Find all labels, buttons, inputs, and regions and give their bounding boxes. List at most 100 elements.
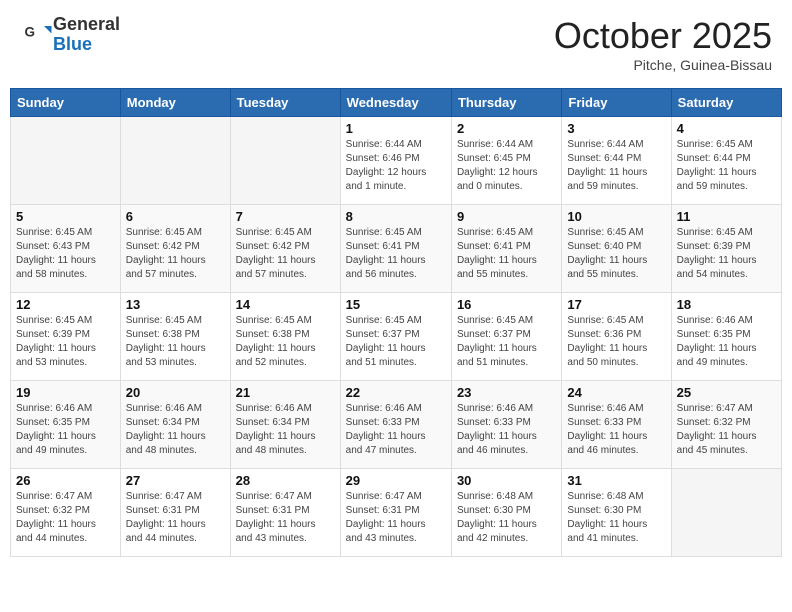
calendar-cell: 26 Sunrise: 6:47 AM Sunset: 6:32 PM Dayli… [11, 469, 121, 557]
day-info: Sunrise: 6:46 AM Sunset: 6:34 PM Dayligh… [236, 402, 335, 458]
calendar-cell: 12 Sunrise: 6:45 AM Sunset: 6:39 PM Dayli… [11, 293, 121, 381]
day-number: 26 [16, 473, 115, 488]
day-number: 12 [16, 297, 115, 312]
day-info: Sunrise: 6:45 AM Sunset: 6:44 PM Dayligh… [677, 138, 776, 194]
day-number: 22 [346, 385, 446, 400]
calendar-cell: 4 Sunrise: 6:45 AM Sunset: 6:44 PM Daylig… [671, 117, 781, 205]
calendar-cell: 31 Sunrise: 6:48 AM Sunset: 6:30 PM Dayli… [562, 469, 671, 557]
calendar-cell: 1 Sunrise: 6:44 AM Sunset: 6:46 PM Daylig… [340, 117, 451, 205]
day-info: Sunrise: 6:48 AM Sunset: 6:30 PM Dayligh… [567, 490, 665, 546]
calendar-cell: 18Sunrise: 6:46 AM Sunset: 6:35 PM Dayli… [671, 293, 781, 381]
logo-icon: G [23, 20, 53, 50]
day-info: Sunrise: 6:46 AM Sunset: 6:33 PM Dayligh… [346, 402, 446, 458]
calendar-cell: 15 Sunrise: 6:45 AM Sunset: 6:37 PM Dayli… [340, 293, 451, 381]
logo-blue-text: Blue [53, 35, 120, 55]
day-number: 2 [457, 121, 556, 136]
weekday-header-sunday: Sunday [11, 89, 121, 117]
day-number: 31 [567, 473, 665, 488]
day-info: Sunrise: 6:45 AM Sunset: 6:38 PM Dayligh… [236, 314, 335, 370]
weekday-header-row: SundayMondayTuesdayWednesdayThursdayFrid… [11, 89, 782, 117]
calendar-cell: 19 Sunrise: 6:46 AM Sunset: 6:35 PM Dayli… [11, 381, 121, 469]
day-info: Sunrise: 6:46 AM Sunset: 6:35 PM Dayligh… [16, 402, 115, 458]
day-info: Sunrise: 6:47 AM Sunset: 6:31 PM Dayligh… [346, 490, 446, 546]
day-info: Sunrise: 6:47 AM Sunset: 6:31 PM Dayligh… [236, 490, 335, 546]
day-info: Sunrise: 6:46 AM Sunset: 6:33 PM Dayligh… [567, 402, 665, 458]
day-number: 19 [16, 385, 115, 400]
week-row-1: 1 Sunrise: 6:44 AM Sunset: 6:46 PM Daylig… [11, 117, 782, 205]
calendar-cell: 25Sunrise: 6:47 AM Sunset: 6:32 PM Dayli… [671, 381, 781, 469]
calendar-cell: 20 Sunrise: 6:46 AM Sunset: 6:34 PM Dayli… [120, 381, 230, 469]
day-info: Sunrise: 6:45 AM Sunset: 6:39 PM Dayligh… [16, 314, 115, 370]
month-title: October 2025 [554, 15, 772, 57]
calendar-cell [671, 469, 781, 557]
calendar-cell: 5Sunrise: 6:45 AM Sunset: 6:43 PM Daylig… [11, 205, 121, 293]
calendar-table: SundayMondayTuesdayWednesdayThursdayFrid… [10, 88, 782, 557]
calendar-cell: 23 Sunrise: 6:46 AM Sunset: 6:33 PM Dayli… [451, 381, 561, 469]
weekday-header-saturday: Saturday [671, 89, 781, 117]
logo-general-text: General [53, 15, 120, 35]
day-number: 20 [126, 385, 225, 400]
day-number: 4 [677, 121, 776, 136]
day-number: 16 [457, 297, 556, 312]
day-info: Sunrise: 6:46 AM Sunset: 6:33 PM Dayligh… [457, 402, 556, 458]
day-number: 1 [346, 121, 446, 136]
day-number: 25 [677, 385, 776, 400]
calendar-cell: 29 Sunrise: 6:47 AM Sunset: 6:31 PM Dayli… [340, 469, 451, 557]
calendar-cell: 3Sunrise: 6:44 AM Sunset: 6:44 PM Daylig… [562, 117, 671, 205]
day-info: Sunrise: 6:48 AM Sunset: 6:30 PM Dayligh… [457, 490, 556, 546]
week-row-4: 19 Sunrise: 6:46 AM Sunset: 6:35 PM Dayli… [11, 381, 782, 469]
day-info: Sunrise: 6:44 AM Sunset: 6:46 PM Dayligh… [346, 138, 446, 194]
calendar-cell: 7 Sunrise: 6:45 AM Sunset: 6:42 PM Daylig… [230, 205, 340, 293]
day-number: 6 [126, 209, 225, 224]
calendar-cell: 10Sunrise: 6:45 AM Sunset: 6:40 PM Dayli… [562, 205, 671, 293]
calendar-cell [11, 117, 121, 205]
calendar-cell: 30Sunrise: 6:48 AM Sunset: 6:30 PM Dayli… [451, 469, 561, 557]
day-info: Sunrise: 6:45 AM Sunset: 6:37 PM Dayligh… [346, 314, 446, 370]
weekday-header-monday: Monday [120, 89, 230, 117]
calendar-cell: 14 Sunrise: 6:45 AM Sunset: 6:38 PM Dayli… [230, 293, 340, 381]
day-number: 24 [567, 385, 665, 400]
weekday-header-friday: Friday [562, 89, 671, 117]
day-info: Sunrise: 6:46 AM Sunset: 6:35 PM Dayligh… [677, 314, 776, 370]
calendar-cell: 2Sunrise: 6:44 AM Sunset: 6:45 PM Daylig… [451, 117, 561, 205]
svg-text:G: G [25, 24, 36, 39]
day-info: Sunrise: 6:45 AM Sunset: 6:41 PM Dayligh… [346, 226, 446, 282]
day-info: Sunrise: 6:45 AM Sunset: 6:38 PM Dayligh… [126, 314, 225, 370]
day-info: Sunrise: 6:47 AM Sunset: 6:32 PM Dayligh… [16, 490, 115, 546]
day-number: 23 [457, 385, 556, 400]
day-number: 29 [346, 473, 446, 488]
weekday-header-wednesday: Wednesday [340, 89, 451, 117]
logo-text: General Blue [53, 15, 120, 55]
week-row-5: 26 Sunrise: 6:47 AM Sunset: 6:32 PM Dayli… [11, 469, 782, 557]
calendar-cell: 27 Sunrise: 6:47 AM Sunset: 6:31 PM Dayli… [120, 469, 230, 557]
day-info: Sunrise: 6:45 AM Sunset: 6:37 PM Dayligh… [457, 314, 556, 370]
day-number: 9 [457, 209, 556, 224]
day-info: Sunrise: 6:45 AM Sunset: 6:42 PM Dayligh… [236, 226, 335, 282]
day-number: 7 [236, 209, 335, 224]
calendar-cell [120, 117, 230, 205]
calendar-cell: 11Sunrise: 6:45 AM Sunset: 6:39 PM Dayli… [671, 205, 781, 293]
day-number: 27 [126, 473, 225, 488]
day-info: Sunrise: 6:45 AM Sunset: 6:42 PM Dayligh… [126, 226, 225, 282]
calendar-cell: 17 Sunrise: 6:45 AM Sunset: 6:36 PM Dayli… [562, 293, 671, 381]
day-info: Sunrise: 6:45 AM Sunset: 6:36 PM Dayligh… [567, 314, 665, 370]
day-number: 21 [236, 385, 335, 400]
day-info: Sunrise: 6:47 AM Sunset: 6:31 PM Dayligh… [126, 490, 225, 546]
calendar-cell: 21 Sunrise: 6:46 AM Sunset: 6:34 PM Dayli… [230, 381, 340, 469]
page-header: G General Blue October 2025 Pitche, Guin… [10, 10, 782, 78]
logo: G General Blue [20, 15, 120, 55]
calendar-cell: 22 Sunrise: 6:46 AM Sunset: 6:33 PM Dayli… [340, 381, 451, 469]
day-number: 11 [677, 209, 776, 224]
week-row-2: 5Sunrise: 6:45 AM Sunset: 6:43 PM Daylig… [11, 205, 782, 293]
day-number: 10 [567, 209, 665, 224]
day-number: 15 [346, 297, 446, 312]
day-info: Sunrise: 6:46 AM Sunset: 6:34 PM Dayligh… [126, 402, 225, 458]
title-section: October 2025 Pitche, Guinea-Bissau [554, 15, 772, 73]
weekday-header-tuesday: Tuesday [230, 89, 340, 117]
day-info: Sunrise: 6:45 AM Sunset: 6:43 PM Dayligh… [16, 226, 115, 282]
day-number: 14 [236, 297, 335, 312]
day-number: 17 [567, 297, 665, 312]
calendar-cell: 24 Sunrise: 6:46 AM Sunset: 6:33 PM Dayli… [562, 381, 671, 469]
calendar-cell: 8 Sunrise: 6:45 AM Sunset: 6:41 PM Daylig… [340, 205, 451, 293]
day-number: 8 [346, 209, 446, 224]
